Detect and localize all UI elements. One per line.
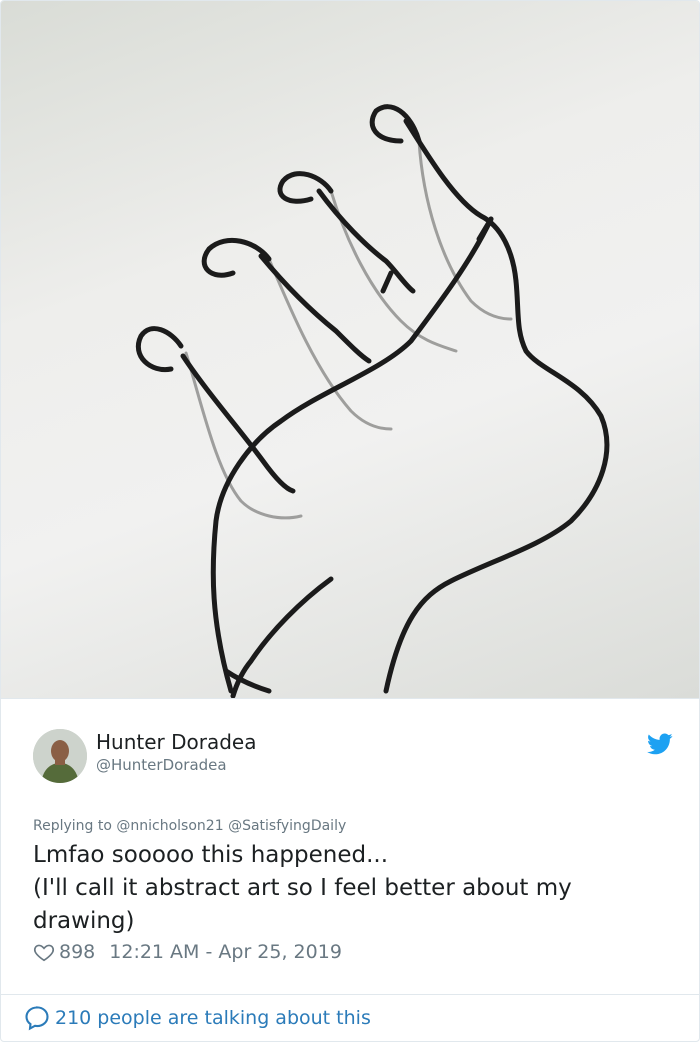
tweet-timestamp[interactable]: 12:21 AM - Apr 25, 2019 [109, 941, 342, 963]
twitter-bird-icon[interactable] [647, 731, 673, 757]
replying-prefix: Replying to [33, 818, 112, 834]
speech-bubble-icon [25, 1006, 49, 1031]
author-handle[interactable]: @HunterDoradea [96, 755, 257, 775]
hand-drawing-image [135, 104, 610, 698]
tweet-text: Lmfao sooooo this happened... (I'll call… [33, 842, 572, 934]
tweet-photo[interactable] [1, 1, 699, 698]
avatar-image [33, 729, 87, 783]
tweet-meta: 898 12:21 AM - Apr 25, 2019 [33, 941, 342, 963]
reply-mention-link[interactable]: @nnicholson21 [116, 818, 223, 834]
reply-mention-link[interactable]: @SatisfyingDaily [228, 818, 346, 834]
heart-icon[interactable] [33, 941, 55, 963]
divider [1, 994, 699, 995]
author-display-name[interactable]: Hunter Doradea [96, 729, 257, 755]
like-count[interactable]: 898 [59, 941, 95, 963]
conversation-count-text[interactable]: 210 people are talking about this [55, 1007, 371, 1029]
avatar[interactable] [33, 729, 87, 783]
conversation-link[interactable]: 210 people are talking about this [23, 1004, 371, 1032]
embedded-tweet-card: Hunter Doradea @HunterDoradea Replying t… [0, 0, 700, 1042]
tweet-header: Hunter Doradea @HunterDoradea [33, 729, 673, 785]
author-names[interactable]: Hunter Doradea @HunterDoradea [96, 729, 257, 775]
replying-to-line: Replying to @nnicholson21 @SatisfyingDai… [33, 818, 346, 834]
divider [1, 698, 699, 699]
